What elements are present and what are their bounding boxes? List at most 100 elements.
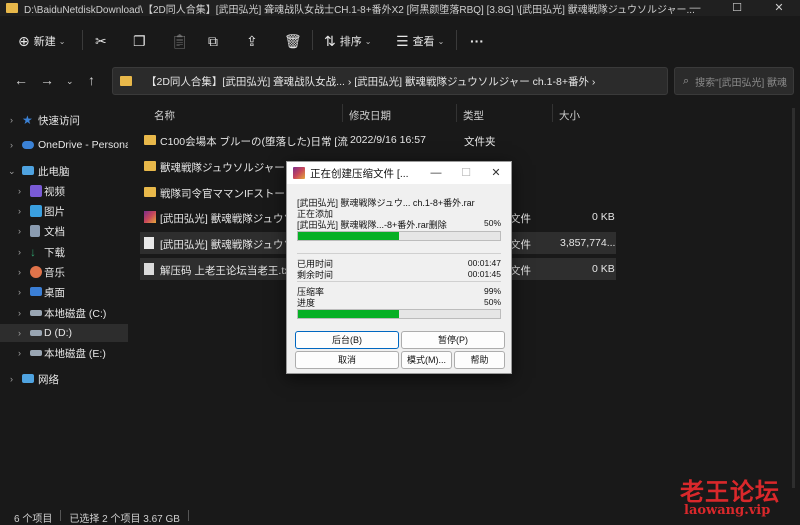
progress-label: 进度 bbox=[297, 298, 316, 308]
column-header-type[interactable]: 类型 bbox=[463, 108, 484, 123]
network-icon bbox=[22, 374, 34, 383]
file-name: 戦隊司令官ママンIFストーリー bbox=[160, 188, 286, 200]
command-bar: ⊕ 新建 ⌄ ✂ ❐ 📋︎ ⧉ ⇪ 🗑︎ ⇅ 排序 ⌄ ☰ 查看 ⌄ ··· bbox=[0, 26, 800, 56]
sidebar-item-pictures[interactable]: › 图片 bbox=[0, 202, 128, 220]
delete-button[interactable]: 🗑︎ bbox=[284, 27, 302, 55]
cut-button[interactable]: ✂ bbox=[95, 27, 107, 55]
copy-button[interactable]: ❐ bbox=[133, 27, 146, 55]
computer-icon bbox=[22, 166, 34, 175]
column-header-name[interactable]: 名称 bbox=[154, 108, 175, 123]
new-button[interactable]: ⊕ 新建 ⌄ bbox=[18, 27, 65, 55]
vertical-scrollbar[interactable] bbox=[792, 108, 795, 488]
chevron-right-icon: › bbox=[18, 348, 21, 358]
sort-button[interactable]: ⇅ 排序 ⌄ bbox=[324, 27, 371, 55]
sidebar-item-drive-c[interactable]: › 本地磁盘 (C:) bbox=[0, 304, 128, 322]
chevron-right-icon: › bbox=[18, 328, 21, 338]
folder-icon bbox=[144, 187, 156, 197]
column-header-modified[interactable]: 修改日期 bbox=[349, 108, 391, 123]
new-label: 新建 bbox=[33, 36, 56, 48]
sidebar-item-network[interactable]: › 网络 bbox=[0, 370, 128, 388]
file-size: 0 KB bbox=[592, 263, 615, 275]
file-name: 解压码 上老王论坛当老王.txt bbox=[160, 265, 286, 277]
file-type: 文件 bbox=[510, 239, 531, 251]
search-box[interactable]: ⌕ 搜索"[武田弘光] 獸魂 bbox=[674, 67, 794, 95]
copy-icon: ❐ bbox=[133, 32, 146, 49]
minimize-button[interactable]: — bbox=[674, 0, 716, 16]
sidebar-item-this-pc[interactable]: ⌄ 此电脑 bbox=[0, 162, 128, 180]
column-header-size[interactable]: 大小 bbox=[559, 108, 580, 123]
share-icon: ⇪ bbox=[246, 32, 258, 49]
text-file-icon bbox=[144, 263, 154, 275]
total-progress-fill bbox=[298, 310, 399, 318]
sort-label: 排序 bbox=[339, 36, 362, 48]
chevron-right-icon: › bbox=[10, 140, 13, 150]
drive-icon bbox=[30, 330, 42, 336]
sidebar-item-label: 桌面 bbox=[44, 286, 65, 299]
sidebar-item-label: 网络 bbox=[38, 373, 59, 386]
file-progress-bar bbox=[297, 231, 501, 241]
dialog-maximize-button[interactable]: ☐ bbox=[451, 162, 481, 184]
mode-button[interactable]: 模式(M)... bbox=[401, 351, 452, 369]
chevron-right-icon: › bbox=[18, 186, 21, 196]
search-input[interactable]: 搜索"[武田弘光] 獸魂 bbox=[695, 74, 787, 89]
divider bbox=[60, 510, 62, 521]
forward-arrow-icon[interactable]: → bbox=[40, 72, 54, 88]
sidebar-item-videos[interactable]: › 视频 bbox=[0, 182, 128, 200]
chevron-right-icon: › bbox=[18, 247, 21, 257]
paste-button[interactable]: 📋︎ bbox=[171, 27, 189, 55]
share-button[interactable]: ⇪ bbox=[246, 27, 258, 55]
sidebar-item-documents[interactable]: › 文档 bbox=[0, 222, 128, 240]
dialog-close-button[interactable]: ✕ bbox=[481, 162, 511, 184]
file-row[interactable]: C100会場本 ブルーの(堕落した)日常 [流... 2022/9/16 16:… bbox=[140, 129, 616, 151]
star-icon: ★ bbox=[22, 113, 33, 127]
pause-button[interactable]: 暂停(P) bbox=[401, 331, 505, 349]
file-name: [武田弘光] 獸魂戦隊ジュウソル bbox=[160, 213, 286, 225]
paste-icon: 📋︎ bbox=[171, 32, 189, 49]
chevron-right-icon: › bbox=[10, 115, 13, 125]
chevron-down-icon: ⌄ bbox=[58, 36, 66, 46]
back-arrow-icon[interactable]: ← bbox=[14, 72, 28, 88]
sidebar-item-music[interactable]: › 音乐 bbox=[0, 263, 128, 281]
sidebar-item-label: 此电脑 bbox=[38, 165, 70, 178]
video-icon bbox=[30, 185, 42, 197]
sidebar-item-downloads[interactable]: › ↓ 下载 bbox=[0, 243, 128, 261]
divider bbox=[312, 30, 313, 50]
chevron-right-icon: › bbox=[18, 308, 21, 318]
column-divider bbox=[342, 104, 343, 122]
sidebar-item-drive-e[interactable]: › 本地磁盘 (E:) bbox=[0, 344, 128, 362]
sidebar-item-label: 下载 bbox=[44, 246, 65, 259]
dialog-window-controls: — ☐ ✕ bbox=[421, 162, 511, 184]
chevron-down-icon: ⌄ bbox=[437, 36, 445, 46]
recent-chevron-icon[interactable]: ⌄ bbox=[66, 76, 74, 87]
divider bbox=[187, 510, 189, 521]
sidebar-item-quick-access[interactable]: › ★ 快速访问 bbox=[0, 111, 128, 129]
rename-button[interactable]: ⧉ bbox=[208, 27, 218, 55]
status-bar: 6 个项目 已选择 2 个项目 3.67 GB bbox=[14, 510, 189, 525]
ratio-value: 99% bbox=[483, 286, 501, 296]
maximize-button[interactable]: ☐ bbox=[716, 0, 758, 16]
sidebar-item-drive-d[interactable]: › D (D:) bbox=[0, 324, 128, 342]
sidebar-item-desktop[interactable]: › 桌面 bbox=[0, 283, 128, 301]
music-icon bbox=[30, 266, 42, 278]
close-button[interactable]: ✕ bbox=[758, 0, 800, 16]
help-button[interactable]: 帮助 bbox=[454, 351, 505, 369]
sidebar-item-label: 音乐 bbox=[44, 266, 65, 279]
dialog-minimize-button[interactable]: — bbox=[421, 162, 451, 184]
sidebar-item-onedrive[interactable]: › OneDrive - Persona bbox=[0, 136, 128, 154]
more-button[interactable]: ··· bbox=[470, 27, 484, 55]
column-divider bbox=[552, 104, 553, 122]
address-bar[interactable]: 【2D同人合集】[武田弘光] 聋魂战队女战... › [武田弘光] 獸魂戦隊ジュ… bbox=[112, 67, 668, 95]
file-icon bbox=[144, 237, 154, 249]
background-button[interactable]: 后台(B) bbox=[295, 331, 399, 349]
view-button[interactable]: ☰ 查看 ⌄ bbox=[396, 27, 444, 55]
total-progress-bar bbox=[297, 309, 501, 319]
file-type: 文件 bbox=[510, 213, 531, 225]
sidebar-item-label: OneDrive - Persona bbox=[38, 139, 128, 151]
file-modified: 2022/9/16 16:57 bbox=[350, 134, 426, 146]
up-arrow-icon[interactable]: ↑ bbox=[88, 72, 95, 88]
trash-icon: 🗑︎ bbox=[284, 32, 302, 49]
view-icon: ☰ bbox=[396, 32, 409, 49]
cancel-button[interactable]: 取消 bbox=[295, 351, 399, 369]
watermark-title: 老王论坛 bbox=[680, 477, 780, 506]
chevron-right-icon: › bbox=[18, 287, 21, 297]
